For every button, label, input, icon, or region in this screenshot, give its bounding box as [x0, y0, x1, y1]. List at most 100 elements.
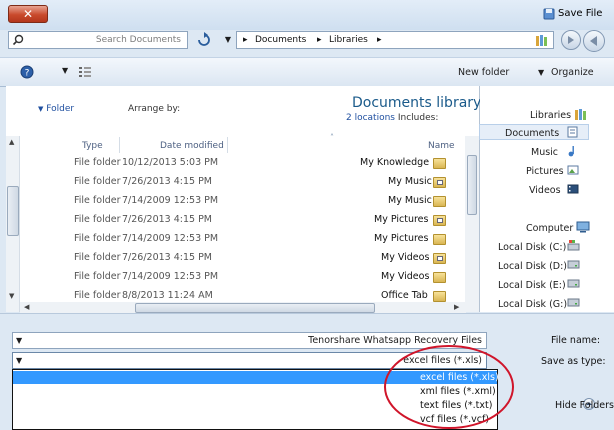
nav-item-disk-e[interactable]: Local Disk (E:): [498, 280, 566, 291]
column-divider[interactable]: [227, 137, 228, 153]
library-includes: 2 locations Includes:: [346, 113, 438, 123]
organize-button[interactable]: Organize: [551, 67, 594, 78]
table-row-date: 7/26/2013 4:15 PM: [122, 252, 213, 263]
file-list-scrollbar-thumb[interactable]: [467, 155, 477, 215]
arrow-left-icon: [590, 36, 597, 46]
scroll-right-icon[interactable]: ▶: [454, 303, 459, 311]
svg-text:?: ?: [25, 69, 30, 79]
locked-folder-icon: [433, 272, 446, 283]
file-name-field[interactable]: ▼ Tenorshare Whatsapp Recovery Files: [12, 332, 487, 349]
window-title: Save File: [558, 8, 603, 19]
crumb-separator[interactable]: ▸: [377, 35, 382, 45]
refresh-icon[interactable]: [194, 31, 214, 49]
crumb-separator[interactable]: ▸: [317, 35, 322, 45]
videos-icon: [567, 184, 579, 194]
help-icon[interactable]: ?: [20, 65, 34, 79]
file-name-label: File name:: [551, 335, 601, 346]
forward-button[interactable]: [561, 30, 581, 50]
file-name-dropdown-icon[interactable]: ▼: [16, 336, 22, 345]
left-scrollbar-thumb[interactable]: [7, 186, 19, 236]
nav-pane-scrollbar[interactable]: [589, 86, 614, 312]
nav-item-pictures[interactable]: Pictures: [526, 166, 564, 177]
breadcrumb-documents[interactable]: Documents: [255, 35, 306, 45]
highlight-ellipse: [384, 345, 514, 429]
folder-icon: [433, 158, 446, 169]
disk-icon: [567, 279, 580, 288]
scroll-up-icon[interactable]: ▲: [9, 138, 14, 146]
table-row-name[interactable]: My Knowledge: [360, 157, 429, 168]
arrow-right-icon: [568, 36, 574, 44]
pictures-icon: [567, 165, 579, 175]
table-row-name[interactable]: Office Tab: [381, 290, 428, 301]
horizontal-scrollbar-thumb[interactable]: [135, 303, 375, 313]
save-type-label: Save as type:: [541, 356, 606, 367]
libraries-icon: [536, 35, 547, 46]
column-name[interactable]: Name: [428, 141, 455, 151]
nav-item-computer[interactable]: Computer: [526, 223, 573, 234]
table-row-name[interactable]: My Pictures: [374, 233, 428, 244]
table-row-type: File folder: [74, 176, 121, 187]
nav-item-music[interactable]: Music: [531, 147, 558, 158]
address-bar[interactable]: ▸ Documents ▸ Libraries ▸: [236, 31, 554, 49]
column-date-modified[interactable]: Date modified: [160, 141, 224, 151]
scroll-left-icon[interactable]: ◀: [24, 303, 29, 311]
arrange-by[interactable]: Arrange by:: [128, 104, 180, 114]
table-row-name[interactable]: My Pictures: [374, 214, 428, 225]
table-row-name[interactable]: My Music: [388, 176, 432, 187]
arrange-dropdown-icon: ▼: [38, 105, 44, 113]
nav-item-disk-d[interactable]: Local Disk (D:): [498, 261, 567, 272]
address-dropdown-icon[interactable]: ▼: [220, 31, 236, 49]
nav-item-videos[interactable]: Videos: [529, 185, 561, 196]
locked-folder-icon: [433, 196, 446, 207]
music-folder-icon: [433, 177, 446, 188]
pictures-folder-icon: [433, 215, 446, 226]
table-row-date: 7/14/2009 12:53 PM: [122, 195, 219, 206]
table-row-name[interactable]: My Music: [388, 195, 432, 206]
breadcrumb-libraries[interactable]: Libraries: [329, 35, 368, 45]
save-file-dialog: ✕ Save File Search Documents ▼ ▸ Documen…: [0, 0, 614, 430]
table-row-name[interactable]: My Videos: [381, 252, 429, 263]
table-row-type: File folder: [74, 157, 121, 168]
table-row-name[interactable]: My Videos: [381, 271, 429, 282]
table-row-date: 10/12/2013 5:03 PM: [122, 157, 219, 168]
table-row-date: 7/26/2013 4:15 PM: [122, 214, 213, 225]
nav-item-libraries[interactable]: Libraries: [530, 110, 571, 121]
back-button[interactable]: [583, 30, 605, 52]
views-icon[interactable]: [78, 66, 92, 78]
search-icon[interactable]: [12, 34, 24, 46]
library-title: Documents library: [352, 95, 482, 111]
views-dropdown-icon[interactable]: ▼: [62, 66, 68, 75]
computer-icon: [576, 221, 590, 233]
music-icon: [568, 146, 574, 157]
sort-caret-icon: ˄: [330, 133, 334, 142]
nav-item-documents[interactable]: Documents: [505, 128, 559, 139]
table-row-date: 7/14/2009 12:53 PM: [122, 233, 219, 244]
organize-dropdown-icon[interactable]: ▼: [538, 68, 544, 77]
column-divider[interactable]: [119, 137, 120, 153]
crumb-separator[interactable]: ▸: [243, 35, 248, 45]
save-file-icon: [543, 8, 555, 20]
table-row-type: File folder: [74, 214, 121, 225]
title-bar: [0, 0, 614, 30]
videos-folder-icon: [433, 253, 446, 264]
system-disk-icon: [567, 240, 580, 251]
scroll-down-icon[interactable]: ▼: [9, 292, 14, 300]
new-folder-button[interactable]: New folder: [458, 67, 509, 78]
includes-label: Includes:: [397, 113, 439, 123]
disk-icon: [567, 260, 580, 269]
search-input[interactable]: Search Documents: [8, 31, 188, 49]
arrange-value: Folder: [46, 104, 75, 114]
nav-item-disk-g[interactable]: Local Disk (G:): [498, 299, 567, 310]
nav-item-disk-c[interactable]: Local Disk (C:): [498, 242, 566, 253]
table-row-date: 7/26/2013 4:15 PM: [122, 176, 213, 187]
arrange-dropdown[interactable]: ▼ Folder: [38, 104, 74, 114]
table-row-type: File folder: [74, 252, 121, 263]
close-button[interactable]: ✕: [8, 5, 48, 23]
hide-folders-button[interactable]: Hide Folders: [555, 400, 614, 411]
locked-folder-icon: [433, 234, 446, 245]
includes-link[interactable]: 2 locations: [346, 113, 395, 123]
libraries-icon: [575, 109, 586, 120]
save-type-dropdown-icon[interactable]: ▼: [16, 356, 22, 365]
column-type[interactable]: Type: [82, 141, 103, 151]
table-row-date: 8/8/2013 11:24 AM: [122, 290, 213, 301]
